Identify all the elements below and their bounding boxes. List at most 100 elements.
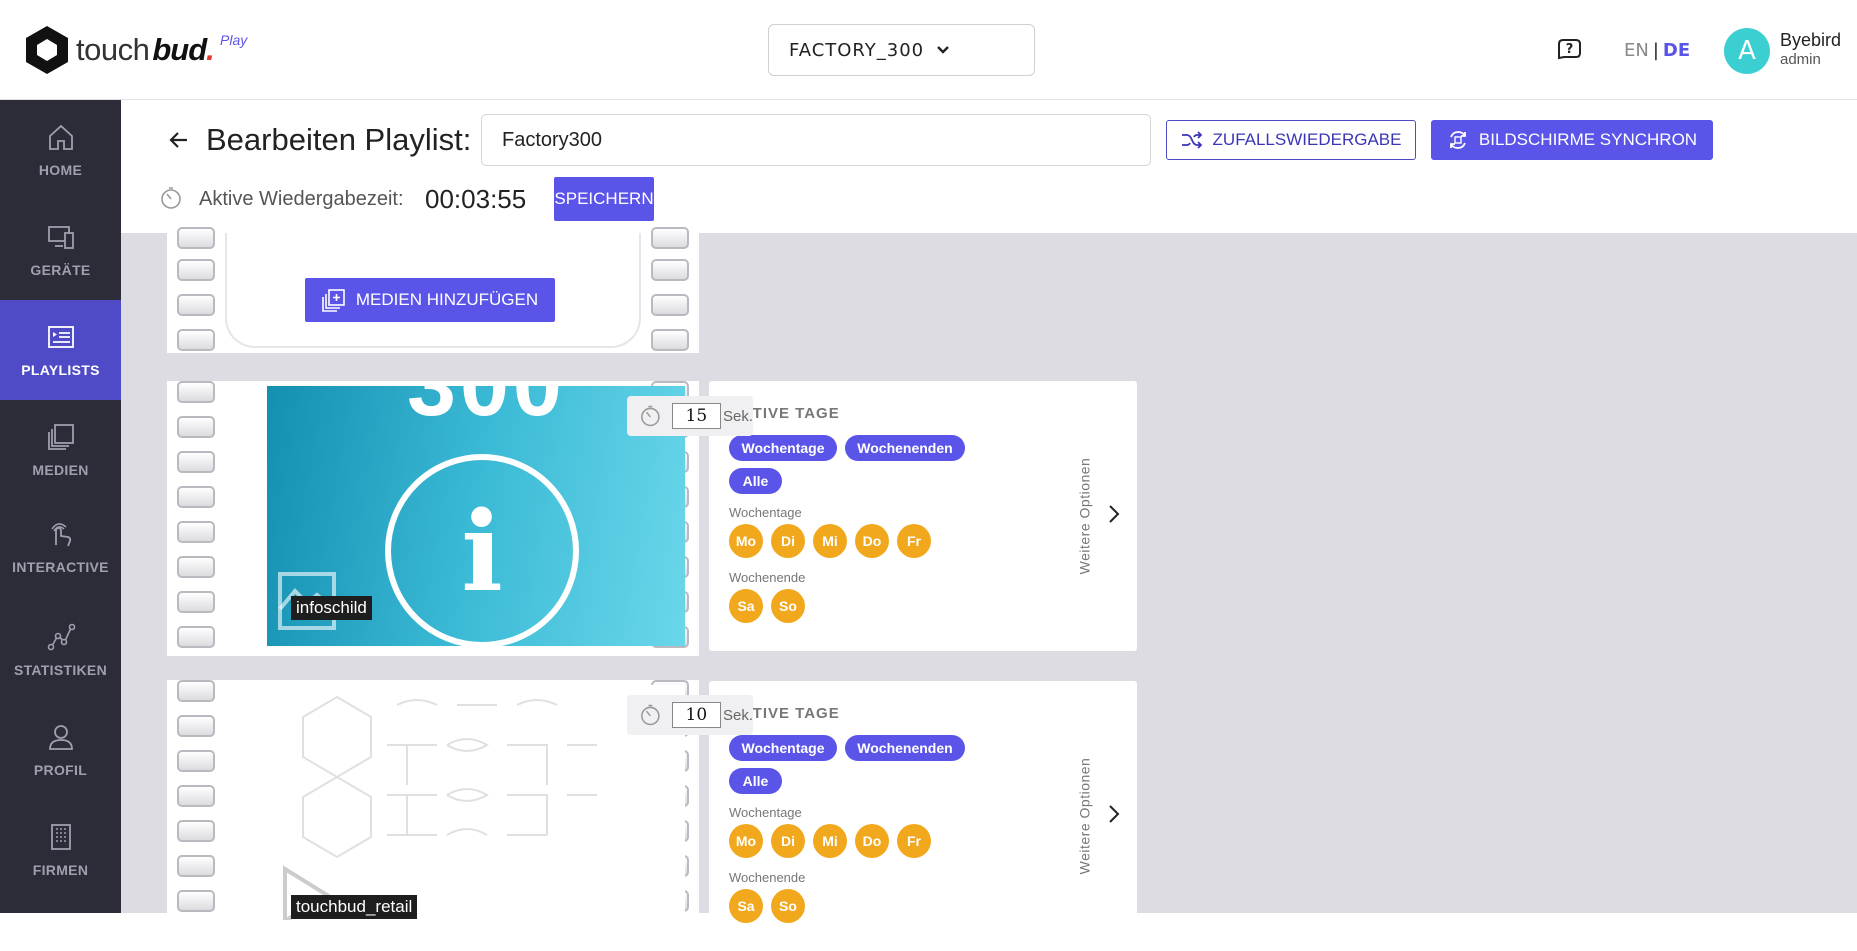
media-caption: touchbud_retail — [291, 895, 418, 919]
brand-name-bud: bud. — [152, 32, 214, 67]
sidebar-item-statistics[interactable]: STATISTIKEN — [0, 600, 121, 700]
day-chip-mi[interactable]: Mi — [813, 524, 847, 558]
duration-unit: Sek. — [722, 706, 753, 724]
sidebar-item-devices[interactable]: GERÄTE — [0, 200, 121, 300]
pill-weekends[interactable]: Wochenenden — [845, 435, 965, 461]
pill-all[interactable]: Alle — [729, 468, 782, 494]
playlist-editor-header: Bearbeiten Playlist: Factory300 ZUFALLSW… — [121, 100, 1857, 233]
user-info[interactable]: Byebird admin — [1780, 30, 1841, 70]
pill-weekdays[interactable]: Wochentage — [729, 735, 837, 761]
film-perforation — [177, 381, 215, 403]
film-perforation — [177, 227, 215, 249]
day-chip-do[interactable]: Do — [855, 524, 889, 558]
shuffle-icon — [1181, 131, 1202, 149]
film-perforation — [651, 294, 689, 316]
pill-weekdays[interactable]: Wochentage — [729, 435, 837, 461]
more-options-label: Weitere Optionen — [1076, 757, 1093, 875]
hexagon-logo-icon — [26, 26, 68, 74]
brand-logo[interactable]: touch bud. Play — [24, 24, 247, 76]
sidebar-item-media[interactable]: MEDIEN — [0, 400, 121, 500]
touch-icon — [50, 523, 71, 547]
language-switch: EN | DE — [1624, 40, 1690, 61]
playlist-item: touchbud_retail — [167, 680, 699, 920]
user-role: admin — [1780, 51, 1821, 68]
page-title: Bearbeiten Playlist: — [206, 122, 472, 157]
svg-text:?: ? — [1566, 42, 1574, 57]
media-thumbnail[interactable]: touchbud_retail — [267, 685, 685, 920]
more-options-button[interactable]: Weitere Optionen — [1069, 381, 1099, 651]
day-chip-sa[interactable]: Sa — [729, 589, 763, 623]
more-options-button[interactable]: Weitere Optionen — [1069, 681, 1099, 951]
pill-all[interactable]: Alle — [729, 768, 782, 794]
company-select-value: FACTORY_300 — [789, 39, 925, 61]
back-arrow-icon[interactable] — [167, 128, 191, 152]
day-chip-di[interactable]: Di — [771, 524, 805, 558]
sidebar-item-playlists[interactable]: PLAYLISTS — [0, 300, 121, 400]
film-perforation — [177, 294, 215, 316]
sidebar-item-label: FIRMEN — [32, 862, 89, 878]
chevron-right-icon[interactable] — [1107, 803, 1121, 825]
add-media-label: MEDIEN HINZUFÜGEN — [355, 290, 539, 309]
day-chip-mo[interactable]: Mo — [729, 824, 763, 858]
film-perforation — [177, 591, 215, 613]
timer-icon — [641, 704, 660, 726]
chevron-right-icon[interactable] — [1107, 503, 1121, 525]
more-options-label: Weitere Optionen — [1076, 457, 1093, 575]
film-perforation — [177, 626, 215, 648]
media-icon — [47, 424, 74, 450]
day-chip-fr[interactable]: Fr — [897, 524, 931, 558]
day-chip-mi[interactable]: Mi — [813, 824, 847, 858]
playlist-name-input[interactable]: Factory300 — [481, 114, 1151, 166]
film-perforation — [177, 890, 215, 912]
timer-icon — [641, 405, 660, 427]
profile-icon — [48, 725, 73, 750]
sidebar-item-home[interactable]: HOME — [0, 100, 121, 200]
film-perforation — [177, 715, 215, 737]
media-thumbnail[interactable]: 300 i infoschild — [267, 386, 685, 646]
main-content: Bearbeiten Playlist: Factory300 ZUFALLSW… — [121, 100, 1857, 951]
duration-input[interactable]: 10 — [671, 702, 721, 728]
save-button[interactable]: SPEICHERN — [554, 177, 654, 221]
lang-de-option[interactable]: DE — [1663, 40, 1690, 61]
duration-control: 10 Sek. — [627, 695, 753, 735]
day-chip-so[interactable]: So — [771, 889, 805, 923]
film-perforation — [177, 486, 215, 508]
sync-screens-button[interactable]: BILDSCHIRME SYNCHRON — [1431, 120, 1713, 160]
sidebar-item-label: GERÄTE — [30, 262, 91, 278]
sidebar-item-label: MEDIEN — [32, 462, 89, 478]
sync-label: BILDSCHIRME SYNCHRON — [1478, 130, 1698, 149]
chevron-down-icon — [937, 46, 949, 54]
day-chip-mo[interactable]: Mo — [729, 524, 763, 558]
day-chip-sa[interactable]: Sa — [729, 889, 763, 923]
day-chip-di[interactable]: Di — [771, 824, 805, 858]
add-media-button[interactable]: MEDIEN HINZUFÜGEN — [305, 278, 555, 322]
film-perforation — [651, 227, 689, 249]
day-chip-fr[interactable]: Fr — [897, 824, 931, 858]
lang-en-option[interactable]: EN — [1624, 40, 1649, 61]
duration-unit: Sek. — [722, 407, 753, 425]
pill-weekends[interactable]: Wochenenden — [845, 735, 965, 761]
lang-separator: | — [1652, 40, 1659, 61]
film-perforation — [177, 820, 215, 842]
avatar[interactable]: A — [1724, 28, 1770, 74]
company-select[interactable]: FACTORY_300 — [768, 24, 1035, 76]
day-chip-do[interactable]: Do — [855, 824, 889, 858]
film-perforation — [177, 750, 215, 772]
duration-input[interactable]: 15 — [671, 403, 721, 429]
film-perforation — [177, 521, 215, 543]
sidebar: HOME GERÄTE PLAYLISTS MEDIEN INTERACTIVE… — [0, 100, 121, 913]
sidebar-item-label: PLAYLISTS — [21, 362, 100, 378]
active-days-card: AKTIVE TAGE Wochentage Wochenenden Alle … — [709, 681, 1137, 951]
stats-icon — [47, 623, 75, 651]
sidebar-item-profile[interactable]: PROFIL — [0, 700, 121, 800]
day-chip-so[interactable]: So — [771, 589, 805, 623]
shuffle-button[interactable]: ZUFALLSWIEDERGABE — [1166, 120, 1416, 160]
timer-icon — [161, 187, 181, 209]
help-chat-icon[interactable]: ? — [1554, 36, 1582, 64]
film-perforation — [177, 785, 215, 807]
sidebar-item-companies[interactable]: FIRMEN — [0, 800, 121, 900]
sidebar-item-interactive[interactable]: INTERACTIVE — [0, 497, 121, 597]
weekend-label: Wochenende — [729, 570, 806, 585]
devices-icon — [47, 226, 74, 249]
sidebar-item-label: HOME — [38, 162, 83, 178]
